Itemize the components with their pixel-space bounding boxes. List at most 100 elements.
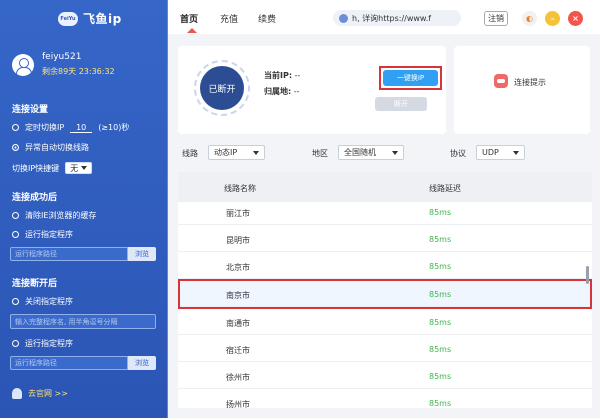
run-program-label-2: 运行指定程序 <box>25 339 73 348</box>
program-path-row-2: 浏览 <box>10 356 156 370</box>
section-after-connect: 连接成功后 <box>12 193 58 203</box>
tab-home[interactable]: 首页 <box>180 12 198 25</box>
line-label: 线路 <box>182 149 198 158</box>
chevron-down-icon <box>392 150 398 155</box>
region-select[interactable]: 全国随机 <box>338 145 404 160</box>
skin-icon[interactable]: ◐ <box>522 11 537 26</box>
table-scrollbar[interactable] <box>586 266 589 284</box>
clear-cache-option[interactable]: 清除IE浏览器的缓存 <box>12 210 96 221</box>
row-line-name: 徐州市 <box>226 373 250 382</box>
top-bar: 首页 充值 续费 h, 详询https://www.f 注销 ◐ – × <box>168 0 600 34</box>
row-latency: 85ms <box>429 372 452 381</box>
notice-bar[interactable]: h, 详询https://www.f <box>333 10 461 26</box>
section-after-disconnect: 连接断开后 <box>12 279 58 289</box>
location: 归属地: -- <box>264 86 300 97</box>
auto-switch-option[interactable]: 异常自动切换线路 <box>12 142 89 153</box>
close-icon[interactable]: × <box>568 11 583 26</box>
line-table: 线路名称 线路延迟 丽江市 85ms 昆明市 85ms 北京市 85ms 南京市… <box>178 172 592 408</box>
chevron-down-icon <box>81 166 88 170</box>
location-label: 归属地: <box>264 87 292 96</box>
row-line-name: 扬州市 <box>226 400 250 408</box>
remaining-time: 剩余89天 23:36:32 <box>42 67 115 76</box>
auto-switch-label: 异常自动切换线路 <box>25 143 89 152</box>
logo-icon: FeiYu <box>58 11 78 26</box>
protocol-value: UDP <box>482 148 499 157</box>
timed-switch-option[interactable]: 定时切换IP (≥10)秒 <box>12 122 129 133</box>
minimize-icon[interactable]: – <box>545 11 560 26</box>
tips-label: 连接提示 <box>514 78 546 87</box>
highlight-box <box>379 66 442 90</box>
row-line-name: 宿迁市 <box>226 346 250 355</box>
timed-switch-radio[interactable] <box>12 124 19 131</box>
row-latency: 85ms <box>429 399 452 408</box>
run-program-radio-2[interactable] <box>12 340 19 347</box>
table-row[interactable]: 徐州市 85ms <box>178 363 592 389</box>
line-value: 动态IP <box>214 148 238 157</box>
close-program-option[interactable]: 关闭指定程序 <box>12 296 73 307</box>
row-line-name: 北京市 <box>226 263 250 272</box>
program-path-input[interactable] <box>10 247 128 261</box>
row-line-name: 南通市 <box>226 319 250 328</box>
selected-row-highlight <box>178 279 592 309</box>
disconnect-button[interactable]: 断开 <box>375 97 427 111</box>
hotkey-value: 无 <box>70 163 79 173</box>
active-tab-indicator <box>187 28 197 33</box>
program-name-input[interactable] <box>10 314 156 329</box>
table-row[interactable]: 南通市 85ms <box>178 309 592 335</box>
tab-renew[interactable]: 续费 <box>258 12 276 25</box>
bell-icon <box>12 388 22 399</box>
table-row[interactable]: 扬州市 85ms <box>178 390 592 408</box>
speaker-icon <box>339 13 348 23</box>
location-value: -- <box>293 87 300 96</box>
row-latency: 85ms <box>429 262 452 271</box>
header-latency: 线路延迟 <box>429 184 461 193</box>
current-ip: 当前IP: -- <box>264 70 300 81</box>
timed-switch-label: 定时切换IP <box>25 123 65 132</box>
section-connection-settings: 连接设置 <box>12 105 49 115</box>
row-latency: 85ms <box>429 318 452 327</box>
clear-cache-radio[interactable] <box>12 212 19 219</box>
logout-button[interactable]: 注销 <box>484 11 508 26</box>
timed-switch-seconds-input[interactable] <box>70 122 93 133</box>
hotkey-row: 切换IP快捷键 无 <box>12 162 93 174</box>
current-ip-label: 当前IP: <box>264 71 293 80</box>
program-path-input-2[interactable] <box>10 356 128 370</box>
table-row[interactable]: 北京市 85ms <box>178 253 592 279</box>
chevron-down-icon <box>253 150 259 155</box>
timed-switch-unit: (≥10)秒 <box>98 123 130 132</box>
table-row[interactable]: 宿迁市 85ms <box>178 336 592 362</box>
row-latency: 85ms <box>429 208 452 217</box>
official-site-label: 去官网 >> <box>28 389 68 398</box>
hotkey-label: 切换IP快捷键 <box>12 163 60 173</box>
tips-card[interactable]: 连接提示 <box>454 46 590 134</box>
run-program-option-2[interactable]: 运行指定程序 <box>12 338 73 349</box>
tips-icon <box>494 74 508 88</box>
chevron-down-icon <box>513 150 519 155</box>
official-site-link[interactable]: 去官网 >> <box>12 388 68 399</box>
run-program-radio[interactable] <box>12 231 19 238</box>
browse-button-2[interactable]: 浏览 <box>128 356 156 370</box>
table-header: 线路名称 线路延迟 <box>178 172 592 202</box>
app-logo: FeiYu 飞鱼ip <box>58 10 122 27</box>
row-line-name: 昆明市 <box>226 236 250 245</box>
protocol-select[interactable]: UDP <box>476 145 525 160</box>
notice-text: h, 详询https://www.f <box>352 13 432 23</box>
region-label: 地区 <box>312 149 328 158</box>
program-path-row: 浏览 <box>10 247 156 261</box>
tab-recharge[interactable]: 充值 <box>220 12 238 25</box>
connection-status: 已断开 <box>200 66 244 110</box>
browse-button[interactable]: 浏览 <box>128 247 156 261</box>
row-latency: 85ms <box>429 345 452 354</box>
line-select[interactable]: 动态IP <box>208 145 265 160</box>
user-info: feiyu521 剩余89天 23:36:32 <box>12 52 115 77</box>
close-program-radio[interactable] <box>12 298 19 305</box>
protocol-label: 协议 <box>450 149 466 158</box>
main-panel: 首页 充值 续费 h, 详询https://www.f 注销 ◐ – × 已断开… <box>168 0 600 418</box>
row-latency: 85ms <box>429 235 452 244</box>
hotkey-select[interactable]: 无 <box>65 162 93 174</box>
auto-switch-radio[interactable] <box>12 144 19 151</box>
region-value: 全国随机 <box>344 148 376 157</box>
run-program-option[interactable]: 运行指定程序 <box>12 229 73 240</box>
table-row[interactable]: 昆明市 85ms <box>178 226 592 252</box>
table-row[interactable]: 丽江市 85ms <box>178 199 592 225</box>
